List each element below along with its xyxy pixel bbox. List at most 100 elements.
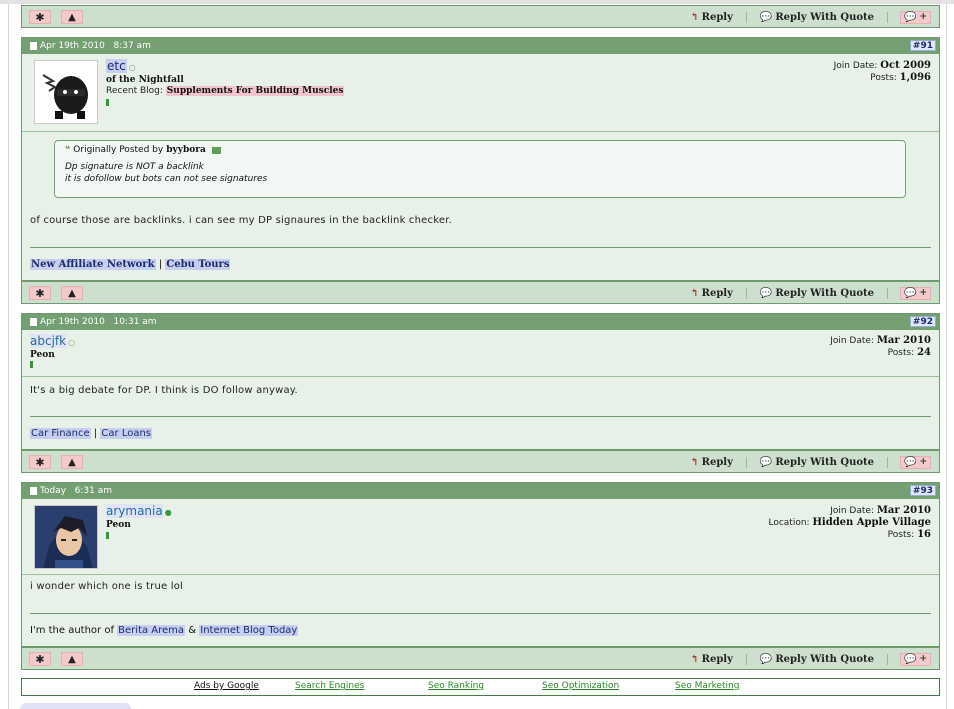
- footer-link-seo-marketing[interactable]: Seo Marketing: [675, 681, 739, 691]
- user-stats: Join Date: Mar 2010 Posts: 24: [830, 335, 931, 358]
- signature-link-1[interactable]: Car Finance: [30, 428, 91, 439]
- username-link[interactable]: etc ○: [106, 59, 136, 73]
- footer-link-seo-ranking[interactable]: Seo Ranking: [428, 681, 484, 691]
- view-post-icon[interactable]: [211, 146, 221, 154]
- post-93: Today 6:31 am #93 arymania● Peon Join D: [21, 482, 940, 647]
- signature: I'm the author of Berita Arema & Interne…: [30, 625, 299, 636]
- quote-bubble-icon: 💬: [904, 456, 917, 468]
- quote-bubble-icon: 💬: [904, 653, 917, 665]
- post-count: 1,096: [899, 72, 931, 83]
- user-info: etc ○ of the Nightfall Recent Blog: Suppl…: [22, 54, 939, 132]
- recent-blog: Recent Blog: Supplements For Building Mu…: [106, 86, 345, 96]
- post-doc-icon: [30, 487, 37, 495]
- post-92: Apr 19th 2010 10:31 am #92 abcjfk ○ Peon …: [21, 313, 940, 450]
- post-count: 16: [917, 529, 931, 540]
- reply-with-quote-button[interactable]: 💬 Reply With Quote: [759, 288, 875, 299]
- join-date: Mar 2010: [876, 505, 931, 516]
- username-link[interactable]: abcjfk ○: [30, 334, 75, 348]
- post-count: 24: [917, 347, 931, 358]
- reputation-bar: [30, 361, 33, 368]
- reply-with-quote-button[interactable]: 💬 Reply With Quote: [759, 12, 875, 23]
- ads-by-google-link[interactable]: Ads by Google: [194, 681, 259, 691]
- ninja-avatar-icon: [35, 61, 97, 123]
- report-warning-icon[interactable]: ▲: [61, 455, 83, 469]
- post-time: 10:31 am: [113, 317, 157, 327]
- user-info: arymania ● Peon Join Date: Mar 2010 Locat…: [22, 499, 939, 575]
- reply-button[interactable]: ↰ Reply: [689, 457, 734, 468]
- post-header: Apr 19th 2010 8:37 am #91: [22, 38, 939, 54]
- signature-divider: [30, 247, 931, 248]
- post-number-link[interactable]: #91: [909, 40, 936, 51]
- reply-arrow-icon: ↰: [690, 287, 699, 299]
- report-warning-icon[interactable]: ▲: [61, 652, 83, 666]
- quote-bubble-icon: 💬: [759, 653, 773, 665]
- post-time: 8:37 am: [113, 41, 151, 51]
- post-time: 6:31 am: [74, 486, 112, 496]
- quote-author: byybora: [166, 145, 206, 155]
- avatar[interactable]: [34, 60, 98, 124]
- top-border: [0, 0, 954, 4]
- user-title: Peon: [30, 350, 55, 360]
- signature-link-2[interactable]: Cebu Tours: [165, 259, 231, 270]
- multi-quote-button[interactable]: 💬 +: [900, 652, 931, 666]
- quote-bubble-icon: 💬: [904, 11, 917, 23]
- star-icon[interactable]: ✱: [29, 455, 51, 469]
- footer-link-seo-optimization[interactable]: Seo Optimization: [542, 681, 619, 691]
- post-header: Apr 19th 2010 10:31 am #92: [22, 314, 939, 330]
- quote-bubble-icon: 💬: [904, 287, 917, 299]
- post-action-bar: ✱ ▲ ↰ Reply 💬 Reply With Quote 💬 +: [21, 281, 940, 304]
- post-doc-icon: [30, 318, 37, 326]
- star-icon[interactable]: ✱: [29, 10, 51, 24]
- signature-link-1[interactable]: Berita Arema: [117, 625, 186, 636]
- quote-block: ❝ Originally Posted by byybora Dp signat…: [54, 140, 906, 198]
- location: Hidden Apple Village: [812, 517, 931, 528]
- star-icon[interactable]: ✱: [29, 286, 51, 300]
- report-warning-icon[interactable]: ▲: [61, 10, 83, 24]
- signature: New Affiliate Network | Cebu Tours: [30, 259, 231, 270]
- quote-bubble-icon: 💬: [759, 11, 773, 23]
- post-date: Apr 19th 2010: [40, 41, 105, 51]
- join-date: Mar 2010: [876, 335, 931, 346]
- quote-bubble-icon: 💬: [759, 287, 773, 299]
- signature-link-2[interactable]: Car Loans: [100, 428, 153, 439]
- post-doc-icon: [30, 42, 37, 50]
- user-stats: Join Date: Oct 2009 Posts: 1,096: [833, 60, 931, 83]
- signature-divider: [30, 613, 931, 614]
- reply-with-quote-button[interactable]: 💬 Reply With Quote: [759, 654, 875, 665]
- bottom-pill-button[interactable]: [20, 703, 131, 709]
- quote-icon: ❝: [65, 145, 71, 155]
- post-header: Today 6:31 am #93: [22, 483, 939, 499]
- reputation-bar: [106, 99, 109, 106]
- multi-quote-button[interactable]: 💬 +: [900, 10, 931, 24]
- recent-blog-link[interactable]: Supplements For Building Muscles: [165, 86, 345, 96]
- post-number-link[interactable]: #92: [909, 316, 936, 327]
- join-date: Oct 2009: [880, 60, 931, 71]
- signature-link-2[interactable]: Internet Blog Today: [199, 625, 299, 636]
- multi-quote-button[interactable]: 💬 +: [900, 455, 931, 469]
- multi-quote-button[interactable]: 💬 +: [900, 286, 931, 300]
- signature-divider: [30, 416, 931, 417]
- post-number-link[interactable]: #93: [909, 485, 936, 496]
- avatar[interactable]: [34, 505, 98, 569]
- forum-thread-page: ✱ ▲ ↰ Reply 💬 Reply With Quote 💬 + Apr 19th…: [0, 0, 954, 709]
- signature-link-1[interactable]: New Affiliate Network: [30, 259, 156, 270]
- reply-arrow-icon: ↰: [690, 653, 699, 665]
- footer-link-search-engines[interactable]: Search Engines: [295, 681, 364, 691]
- reply-button[interactable]: ↰ Reply: [689, 654, 734, 665]
- reply-arrow-icon: ↰: [690, 456, 699, 468]
- offline-status-icon: ○: [128, 63, 136, 72]
- user-title: of the Nightfall: [106, 75, 184, 85]
- user-title: Peon: [106, 520, 131, 530]
- post-message: It's a big debate for DP. I think is DO …: [30, 385, 298, 396]
- quote-bubble-icon: 💬: [759, 456, 773, 468]
- reply-button[interactable]: ↰ Reply: [689, 288, 734, 299]
- report-warning-icon[interactable]: ▲: [61, 286, 83, 300]
- reply-with-quote-button[interactable]: 💬 Reply With Quote: [759, 457, 875, 468]
- quote-text: Dp signature is NOT a backlink it is dof…: [65, 162, 268, 184]
- post-action-bar: ✱ ▲ ↰ Reply 💬 Reply With Quote 💬 +: [21, 5, 940, 28]
- post-date: Today: [40, 486, 67, 496]
- post-91: Apr 19th 2010 8:37 am #91 etc ○ of the Ni…: [21, 37, 940, 281]
- username-link[interactable]: arymania ●: [106, 504, 172, 518]
- reply-button[interactable]: ↰ Reply: [689, 12, 734, 23]
- star-icon[interactable]: ✱: [29, 652, 51, 666]
